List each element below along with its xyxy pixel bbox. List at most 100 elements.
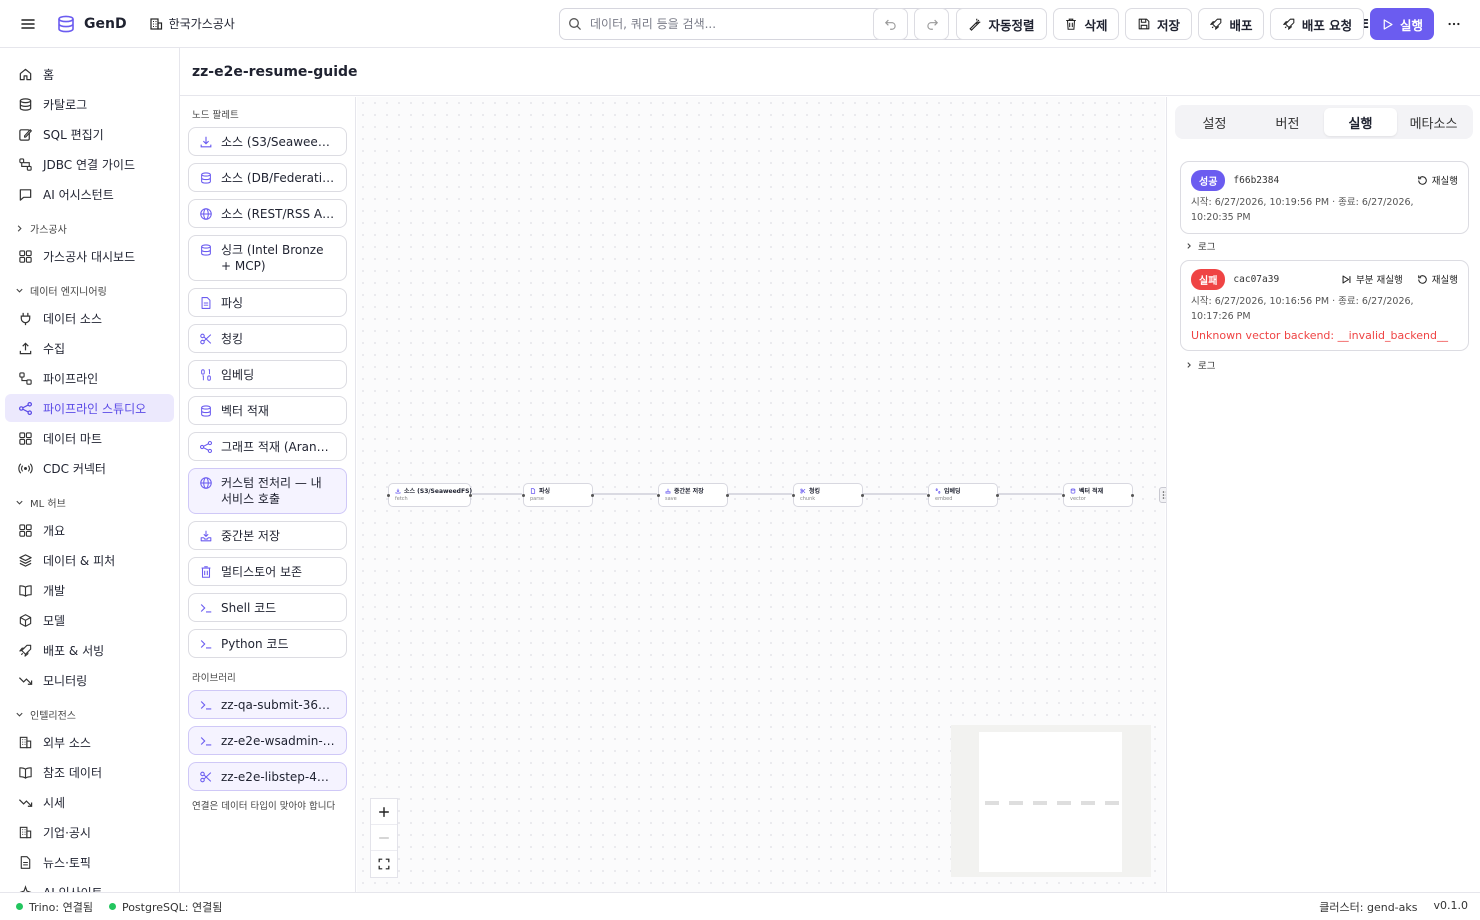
pipeline-node-embed[interactable]: 임베딩 embed <box>927 483 999 507</box>
postgres-status: PostgreSQL: 연결됨 <box>108 899 222 915</box>
section-ml-hub[interactable]: ML 허브 <box>5 490 174 514</box>
node-output-handle[interactable] <box>861 494 864 497</box>
sidebar-item-catalog[interactable]: 카탈로그 <box>5 90 174 118</box>
palette-item-shell-code[interactable]: Shell 코드 <box>188 593 347 622</box>
node-input-handle[interactable] <box>387 494 390 497</box>
node-input-handle[interactable] <box>657 494 660 497</box>
node-output-handle[interactable] <box>726 494 729 497</box>
sidebar-item-cdc-connector[interactable]: CDC 커넥터 <box>5 454 174 482</box>
pipeline-title[interactable]: zz-e2e-resume-guide <box>192 64 358 80</box>
minimap-viewport[interactable] <box>979 732 1122 872</box>
palette-item-multistore[interactable]: 멀티스토어 보존 <box>188 557 347 586</box>
sidebar-item-monitoring[interactable]: 모니터링 <box>5 666 174 694</box>
palette-item-embed[interactable]: 임베딩 <box>188 360 347 389</box>
app-logo[interactable]: GenD <box>56 14 127 34</box>
sidebar-item-news-topic[interactable]: 뉴스·토픽 <box>5 848 174 876</box>
tab-metasource[interactable]: 메타소스 <box>1397 108 1470 136</box>
zoom-in-icon[interactable] <box>371 799 397 825</box>
section-intelligence[interactable]: 인텔리전스 <box>5 702 174 726</box>
node-output-handle[interactable] <box>1131 494 1134 497</box>
sidebar-item-gas-dashboard[interactable]: 가스공사 대시보드 <box>5 242 174 270</box>
sidebar-item-company-disclosure[interactable]: 기업·공시 <box>5 818 174 846</box>
library-item[interactable]: zz-e2e-wsadmin-6... <box>188 726 347 755</box>
palette-item-custom-preprocess[interactable]: 커스텀 전처리 — 내 서비스 호출 <box>188 468 347 514</box>
run-button[interactable]: 실행 <box>1370 8 1434 40</box>
palette-item-vector-load[interactable]: 벡터 적재 <box>188 396 347 425</box>
node-output-handle[interactable] <box>996 494 999 497</box>
sidebar-item-external-source[interactable]: 외부 소스 <box>5 728 174 756</box>
zoom-out-icon[interactable] <box>371 825 397 851</box>
autolayout-button[interactable]: 자동정렬 <box>956 8 1047 40</box>
sidebar-item-home[interactable]: 홈 <box>5 60 174 88</box>
sidebar-item-label: 기업·공시 <box>43 825 91 840</box>
sidebar-item-ml-overview[interactable]: 개요 <box>5 516 174 544</box>
pipeline-node-vector[interactable]: 벡터 적재 vector <box>1062 483 1134 507</box>
sidebar-item-ai-assistant[interactable]: AI 어시스턴트 <box>5 180 174 208</box>
library-item[interactable]: zz-e2e-libstep-410... <box>188 762 347 791</box>
library-item[interactable]: zz-qa-submit-360... <box>188 690 347 719</box>
palette-item-python-code[interactable]: Python 코드 <box>188 629 347 658</box>
sidebar-item-ingest[interactable]: 수집 <box>5 334 174 362</box>
sidebar-item-data-mart[interactable]: 데이터 마트 <box>5 424 174 452</box>
sidebar-item-sql-editor[interactable]: SQL 편집기 <box>5 120 174 148</box>
deploy-button[interactable]: 배포 <box>1198 8 1264 40</box>
pipeline-node-parse[interactable]: 파싱 parse <box>522 483 594 507</box>
sidebar-item-reference-data[interactable]: 참조 데이터 <box>5 758 174 786</box>
sidebar-item-data-features[interactable]: 데이터 & 피처 <box>5 546 174 574</box>
log-toggle[interactable]: 로그 <box>1185 239 1215 253</box>
node-output-handle[interactable] <box>469 494 472 497</box>
partial-rerun-button[interactable]: 부분 재실행 <box>1341 272 1403 286</box>
node-input-handle[interactable] <box>522 494 525 497</box>
org-selector[interactable]: 한국가스공사 <box>149 15 235 32</box>
rerun-button[interactable]: 재실행 <box>1417 272 1458 286</box>
log-toggle[interactable]: 로그 <box>1185 358 1215 372</box>
section-gas[interactable]: 가스공사 <box>5 216 174 240</box>
section-label: 데이터 엔지니어링 <box>30 286 107 298</box>
sidebar-item-pipeline-studio[interactable]: 파이프라인 스튜디오 <box>5 394 174 422</box>
palette-item-sink-intel[interactable]: 싱크 (Intel Bronze + MCP) <box>188 235 347 281</box>
sidebar-item-market-price[interactable]: 시세 <box>5 788 174 816</box>
node-input-handle[interactable] <box>792 494 795 497</box>
sidebar-item-jdbc-guide[interactable]: JDBC 연결 가이드 <box>5 150 174 178</box>
palette-item-parse[interactable]: 파싱 <box>188 288 347 317</box>
tab-runs[interactable]: 실행 <box>1324 108 1397 136</box>
pipeline-node-chunk[interactable]: 청킹 chunk <box>792 483 864 507</box>
node-output-handle[interactable] <box>591 494 594 497</box>
section-data-engineering[interactable]: 데이터 엔지니어링 <box>5 278 174 302</box>
pipeline-node-save[interactable]: 중간본 저장 save <box>657 483 729 507</box>
fit-view-icon[interactable] <box>371 851 397 877</box>
pipeline-node-source[interactable]: 소스 (S3/SeaweedFS) fetch <box>387 483 472 507</box>
palette-item-source-rest[interactable]: 소스 (REST/RSS API) <box>188 199 347 228</box>
palette-item-intermediate-save[interactable]: 중간본 저장 <box>188 521 347 550</box>
sidebar-item-develop[interactable]: 개발 <box>5 576 174 604</box>
minimap[interactable] <box>951 725 1151 877</box>
node-input-handle[interactable] <box>927 494 930 497</box>
sidebar-item-label: 데이터 & 피처 <box>43 553 116 568</box>
palette-item-chunk[interactable]: 청킹 <box>188 324 347 353</box>
rerun-button[interactable]: 재실행 <box>1417 173 1458 187</box>
more-options-icon[interactable] <box>1440 8 1468 40</box>
node-input-handle[interactable] <box>1062 494 1065 497</box>
redo-button[interactable] <box>914 8 949 40</box>
sidebar-item-data-source[interactable]: 데이터 소스 <box>5 304 174 332</box>
sidebar-item-model[interactable]: 모델 <box>5 606 174 634</box>
tray-download-icon <box>199 529 213 543</box>
sidebar-item-pipeline[interactable]: 파이프라인 <box>5 364 174 392</box>
pipeline-canvas[interactable]: 소스 (S3/SeaweedFS) fetch 파싱 parse 중간본 저장 … <box>357 97 1165 892</box>
sidebar-item-ai-insight[interactable]: AI 인사이트 <box>5 878 174 892</box>
hamburger-menu-icon[interactable] <box>14 10 42 38</box>
palette-item-graph-load[interactable]: 그래프 적재 (Arango) <box>188 432 347 461</box>
deploy-request-button[interactable]: 배포 요청 <box>1270 8 1364 40</box>
tab-settings[interactable]: 설정 <box>1178 108 1251 136</box>
search-input[interactable] <box>590 17 967 31</box>
sidebar-item-deploy-serving[interactable]: 배포 & 서빙 <box>5 636 174 664</box>
palette-item-source-s3[interactable]: 소스 (S3/SeaweedFS) <box>188 127 347 156</box>
undo-button[interactable] <box>873 8 908 40</box>
delete-button[interactable]: 삭제 <box>1053 8 1119 40</box>
database-icon <box>1070 487 1076 494</box>
save-button[interactable]: 저장 <box>1125 8 1192 40</box>
node-subtitle: fetch <box>395 496 408 502</box>
redo-icon <box>925 17 939 31</box>
tab-versions[interactable]: 버전 <box>1251 108 1324 136</box>
palette-item-source-db[interactable]: 소스 (DB/Federation) <box>188 163 347 192</box>
